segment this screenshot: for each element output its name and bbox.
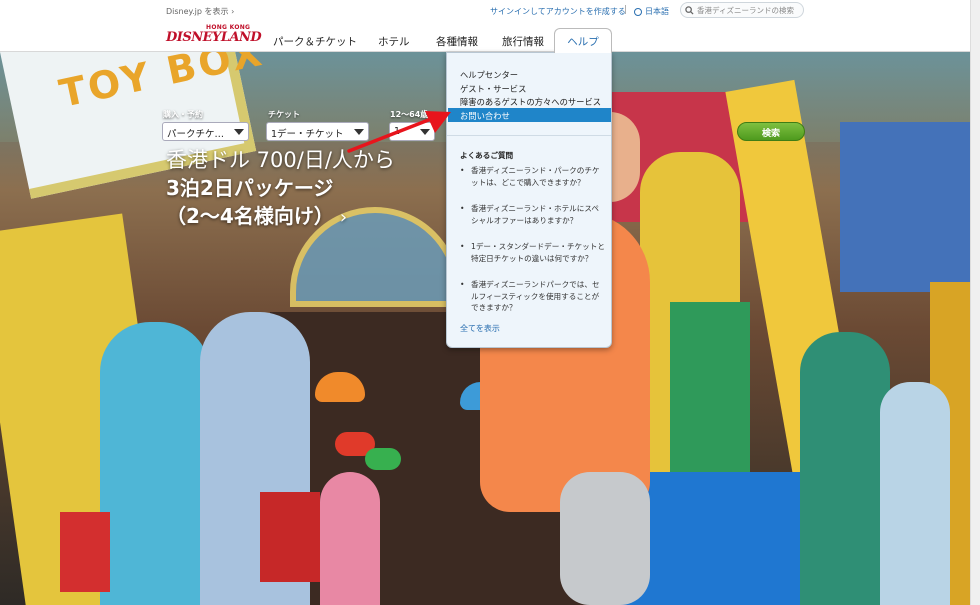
booking-type-select[interactable]: パークチケ… bbox=[162, 122, 249, 141]
faq-item[interactable]: 香港ディズニーランドパークでは、セルフィースティックを使用することができますか？ bbox=[460, 279, 606, 314]
nav-info[interactable]: 各種情報 bbox=[436, 34, 478, 49]
woman-far-right bbox=[880, 382, 950, 605]
search-icon bbox=[685, 5, 694, 15]
language-label: 日本語 bbox=[645, 7, 669, 16]
chevron-down-icon bbox=[234, 129, 244, 135]
shopping-bag-left bbox=[60, 512, 110, 592]
faq-item[interactable]: 香港ディズニーランド・パークのチケットは、どこで購入できますか？ bbox=[460, 165, 606, 188]
search-input[interactable] bbox=[697, 5, 801, 15]
page-scrollbar[interactable] bbox=[970, 0, 980, 605]
booking-label-ticket: チケット bbox=[268, 110, 300, 119]
nav-hotel[interactable]: ホテル bbox=[378, 34, 410, 49]
family-woman bbox=[100, 322, 210, 605]
signin-link[interactable]: サインインしてアカウントを作成する bbox=[490, 6, 626, 17]
menu-accessibility[interactable]: 障害のあるゲストの方々へのサービス bbox=[460, 96, 601, 108]
blue-block bbox=[840, 122, 970, 292]
help-dropdown-menu: ヘルプセンター ゲスト・サービス 障害のあるゲストの方々へのサービス お問い合わ… bbox=[446, 52, 612, 348]
language-selector[interactable]: 日本語 bbox=[634, 6, 669, 17]
shopping-bag-mid bbox=[260, 492, 320, 582]
faq-item[interactable]: 香港ディズニーランド・ホテルにスペシャルオファーはありますか？ bbox=[460, 203, 606, 226]
site-header: Disney.jp を表示 › サインインしてアカウントを作成する | 日本語 … bbox=[0, 0, 980, 52]
nav-park-tickets[interactable]: パーク＆チケット bbox=[273, 34, 357, 49]
toy-box-sign-text: TOY BOX bbox=[55, 52, 268, 116]
lamp-green bbox=[365, 448, 401, 470]
menu-divider bbox=[447, 135, 611, 136]
faq-heading: よくあるご質問 bbox=[460, 151, 514, 160]
nav-travel[interactable]: 旅行情報 bbox=[502, 34, 544, 49]
globe-icon bbox=[634, 7, 642, 16]
hero-cta[interactable]: （2〜4名様向け） › bbox=[166, 200, 347, 229]
hero-guests: （2〜4名様向け） bbox=[166, 204, 334, 228]
booking-label-type: 購入・予約 bbox=[163, 110, 203, 119]
booking-search-button[interactable]: 検索 bbox=[737, 122, 805, 141]
faq-item[interactable]: 1デー・スタンダードデー・チケットと特定日チケットの違いは何ですか？ bbox=[460, 241, 606, 264]
disney-jp-link[interactable]: Disney.jp を表示 › bbox=[166, 6, 234, 17]
hkdl-logo[interactable]: HONG KONG DISNEYLAND bbox=[166, 24, 262, 48]
header-separator: | bbox=[624, 5, 628, 15]
menu-contact-us[interactable]: お問い合わせ bbox=[448, 108, 611, 122]
logo-disneyland: DISNEYLAND bbox=[166, 30, 262, 45]
faq-view-all-link[interactable]: 全てを表示 bbox=[460, 323, 500, 334]
hero-package: 3泊2日パッケージ bbox=[166, 176, 334, 200]
woman-right bbox=[800, 332, 890, 605]
site-search[interactable] bbox=[680, 2, 804, 18]
girl-background bbox=[320, 472, 380, 605]
booking-type-value: パークチケ… bbox=[167, 129, 225, 140]
booking-ticket-value: 1デー・チケット bbox=[271, 129, 344, 140]
annotation-arrow-icon bbox=[347, 111, 451, 153]
girl-legs bbox=[560, 472, 650, 605]
menu-guest-services[interactable]: ゲスト・サービス bbox=[460, 83, 526, 95]
nav-help[interactable]: ヘルプ bbox=[554, 28, 612, 53]
chevron-right-icon: › bbox=[339, 207, 348, 228]
menu-help-center[interactable]: ヘルプセンター bbox=[460, 69, 518, 81]
